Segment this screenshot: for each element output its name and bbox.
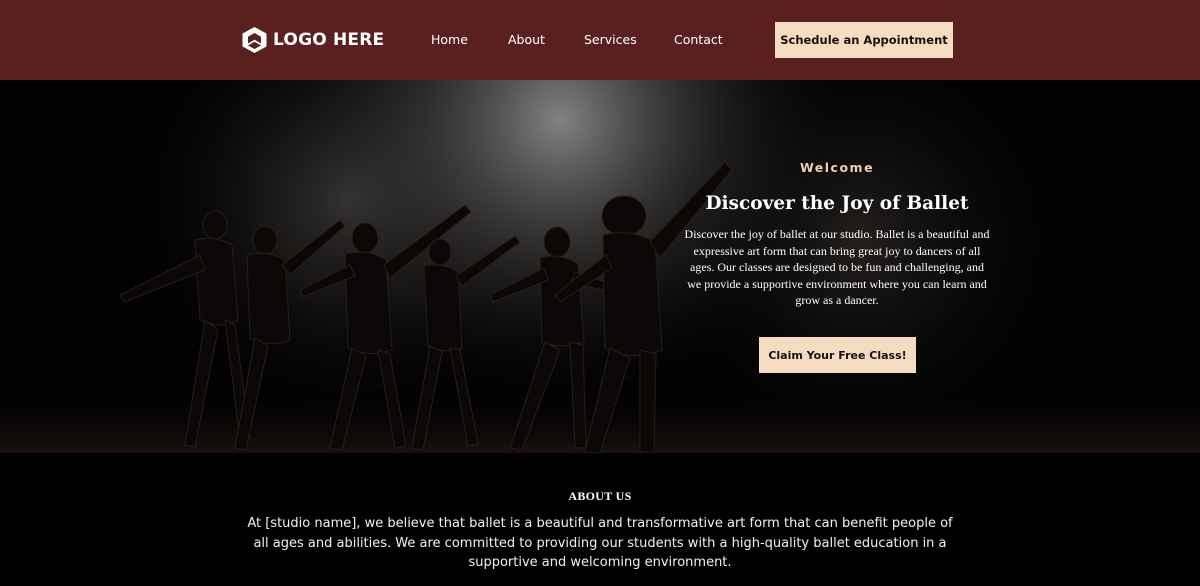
hero-section: Welcome Discover the Joy of Ballet Disco… <box>0 80 1200 453</box>
hero-eyebrow: Welcome <box>799 160 875 175</box>
nav-about-link[interactable]: About <box>508 32 545 48</box>
about-text: At [studio name], we believe that ballet… <box>247 516 953 570</box>
about-heading: ABOUT US <box>568 489 632 503</box>
nav-contact-link[interactable]: Contact <box>674 32 723 48</box>
ballet-dancers-image <box>0 80 1200 453</box>
schedule-appointment-button[interactable]: Schedule an Appointment <box>775 22 953 58</box>
hero-title: Discover the Joy of Ballet <box>705 193 969 214</box>
hero-content: Welcome Discover the Joy of Ballet Disco… <box>682 160 992 309</box>
hero-description: Discover the joy of ballet at our studio… <box>684 227 990 307</box>
site-header: LOGO HERE Home About Services Contact Sc… <box>0 0 1200 80</box>
logo-text: LOGO HERE <box>273 30 385 50</box>
nav-services-link[interactable]: Services <box>584 32 637 48</box>
claim-free-class-button[interactable]: Claim Your Free Class! <box>759 337 916 373</box>
logo[interactable]: LOGO HERE <box>241 26 384 54</box>
about-section: ABOUT US At [studio name], we believe th… <box>0 453 1200 586</box>
hexagon-logo-icon <box>242 27 267 53</box>
nav-home-link[interactable]: Home <box>431 32 468 48</box>
